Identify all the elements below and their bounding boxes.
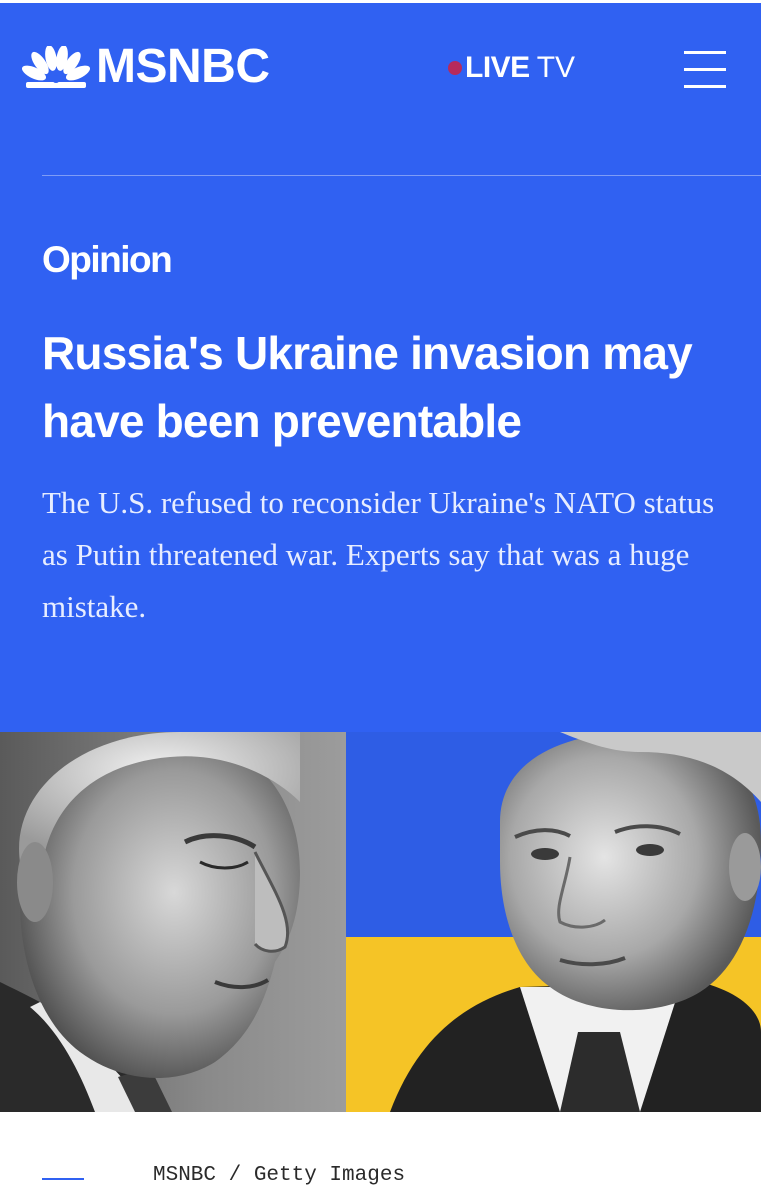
hero-image bbox=[0, 732, 761, 1112]
header-divider bbox=[42, 175, 761, 176]
peacock-logo-icon bbox=[22, 46, 90, 88]
live-indicator-dot bbox=[448, 61, 462, 75]
caption-rule bbox=[42, 1178, 84, 1180]
live-tv-link[interactable]: LIVE TV bbox=[448, 51, 575, 85]
article-headline: Russia's Ukraine invasion may have been … bbox=[42, 327, 693, 447]
section-kicker-opinion[interactable]: Opinion bbox=[42, 239, 173, 281]
article-hero: MSNBC LIVE TV Opinion Russia's Ukraine i… bbox=[0, 0, 761, 732]
image-credit: MSNBC / Getty Images bbox=[153, 1164, 406, 1187]
msnbc-logo-link[interactable]: MSNBC bbox=[22, 43, 270, 91]
tv-label: TV bbox=[536, 51, 576, 84]
article-dek: The U.S. refused to reconsider Ukraine's… bbox=[42, 485, 715, 624]
article-page: MSNBC LIVE TV Opinion Russia's Ukraine i… bbox=[0, 0, 761, 1200]
hero-photo-illustration bbox=[0, 732, 761, 1112]
hamburger-menu-icon[interactable] bbox=[684, 49, 728, 89]
logo-wordmark: MSNBC bbox=[96, 40, 270, 93]
live-label: LIVE bbox=[465, 51, 530, 84]
